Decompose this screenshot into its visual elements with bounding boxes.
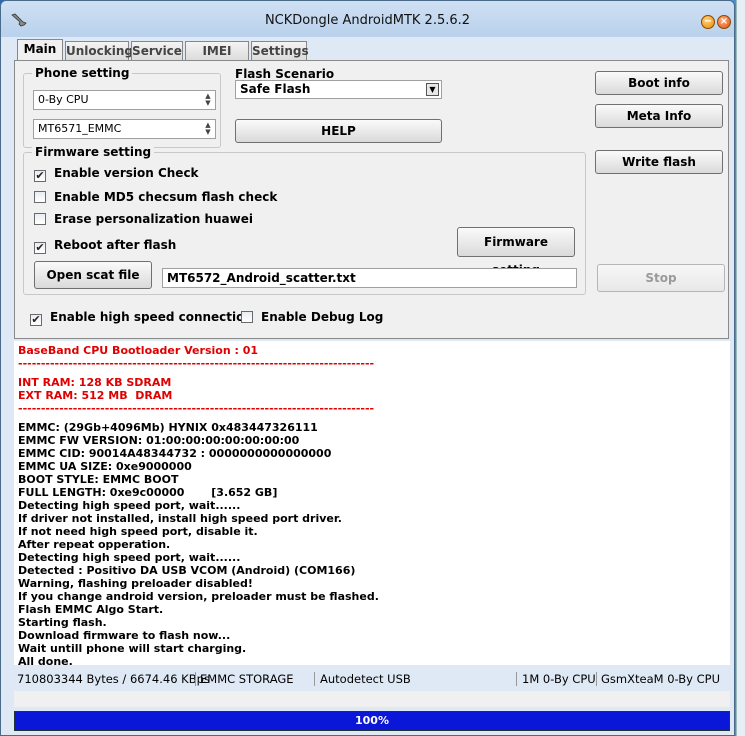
enable-md5-checkbox[interactable]: Enable MD5 checsum flash check: [34, 189, 277, 205]
stop-button[interactable]: Stop: [597, 264, 725, 292]
reboot-after-flash-checkbox[interactable]: ✔ Reboot after flash: [34, 237, 177, 254]
checkmark-icon: ✔: [30, 313, 42, 326]
tab-imei-utils[interactable]: IMEI Utils: [185, 41, 249, 76]
checkbox-box: [34, 191, 46, 203]
status-divider: [596, 672, 597, 686]
log-line: Flash EMMC Algo Start.: [18, 603, 164, 616]
status-divider: [516, 672, 517, 686]
debug-log-checkbox[interactable]: Enable Debug Log: [241, 309, 383, 325]
checkbox-label: Erase personalization huawei: [54, 212, 253, 226]
log-line: EMMC: (29Gb+4096Mb) HYNIX 0x483447326111: [18, 421, 318, 434]
log-line: If you change android version, preloader…: [18, 590, 379, 603]
tab-unlocking[interactable]: Unlocking: [65, 41, 133, 60]
storage-status: EMMC STORAGE: [200, 672, 294, 686]
flash-scenario-select[interactable]: Safe Flash ▼: [235, 80, 442, 99]
progress-label: 100%: [355, 714, 389, 727]
checkbox-label: Enable high speed connection: [50, 310, 253, 324]
firmware-setting-group: Firmware setting ✔ Enable version Check E…: [23, 145, 586, 295]
tab-settings[interactable]: Settings: [251, 41, 309, 60]
open-scat-file-button[interactable]: Open scat file: [34, 261, 152, 289]
log-line: BOOT STYLE: EMMC BOOT: [18, 473, 179, 486]
checkmark-icon: ✔: [34, 241, 46, 254]
log-line: Wait untill phone will start charging.: [18, 642, 247, 655]
cpu-select-value: 0-By CPU: [38, 93, 89, 106]
log-line: Warning, flashing preloader disabled!: [18, 577, 253, 590]
flash-scenario-value: Safe Flash: [240, 82, 311, 96]
enable-version-check-checkbox[interactable]: ✔ Enable version Check: [34, 165, 199, 182]
title-bar[interactable]: NCKDongle AndroidMTK 2.5.6.2 − ×: [1, 1, 734, 37]
app-window: NCKDongle AndroidMTK 2.5.6.2 − × Main Un…: [0, 0, 735, 736]
background-window-edge: [736, 0, 745, 736]
scatter-file-field[interactable]: MT6572_Android_scatter.txt: [162, 268, 577, 288]
boot-info-button[interactable]: Boot info: [595, 71, 723, 95]
spin-arrows-icon: ▲ ▼: [205, 92, 211, 107]
checkbox-box: [241, 311, 253, 323]
erase-personalization-checkbox[interactable]: Erase personalization huawei: [34, 211, 253, 227]
tab-service[interactable]: Service: [131, 41, 183, 60]
log-line: FULL LENGTH: 0xe9c00000 [3.652 GB]: [18, 486, 278, 499]
firmware-setting-button[interactable]: Firmware setting: [457, 227, 575, 277]
log-line: If driver not installed, install high sp…: [18, 512, 342, 525]
cpu-select[interactable]: 0-By CPU ▲ ▼: [33, 90, 216, 110]
transfer-status: 710803344 Bytes / 6674.46 KBps: [17, 672, 210, 686]
cpu-status: 1M 0-By CPU: [522, 672, 596, 686]
meta-info-button[interactable]: Meta Info: [595, 104, 723, 128]
firmware-setting-title: Firmware setting: [32, 145, 155, 159]
progress-bar: 100%: [14, 711, 730, 731]
log-line: ----------------------------------------…: [18, 357, 375, 370]
log-line: BaseBand CPU Bootloader Version : 01: [18, 344, 259, 357]
log-line: EMMC UA SIZE: 0xe9000000: [18, 460, 192, 473]
log-line: EMMC FW VERSION: 01:00:00:00:00:00:00:00: [18, 434, 300, 447]
log-line: Detected : Positivo DA USB VCOM (Android…: [18, 564, 356, 577]
phone-setting-group: Phone setting 0-By CPU ▲ ▼ MT6571_EMMC ▲ ▼: [23, 66, 221, 148]
checkbox-label: Enable Debug Log: [261, 310, 384, 324]
main-panel: Phone setting 0-By CPU ▲ ▼ MT6571_EMMC ▲ ▼…: [14, 60, 729, 339]
checkbox-label: Reboot after flash: [54, 238, 177, 252]
status-bar-secondary: [14, 691, 730, 707]
checkbox-label: Enable MD5 checsum flash check: [54, 190, 278, 204]
checkmark-icon: ✔: [34, 169, 46, 182]
log-line: EMMC CID: 90014A48344732 : 0000000000000…: [18, 447, 332, 460]
port-status: Autodetect USB: [320, 672, 411, 686]
flash-scenario-label: Flash Scenario: [235, 67, 335, 81]
user-status: GsmXteaM 0-By CPU: [601, 672, 720, 686]
log-line: INT RAM: 128 KB SDRAM: [18, 376, 172, 389]
log-line: Download firmware to flash now...: [18, 629, 231, 642]
status-divider: [195, 672, 196, 686]
chip-select[interactable]: MT6571_EMMC ▲ ▼: [33, 119, 216, 139]
log-line: After repeat opperation.: [18, 538, 171, 551]
high-speed-connection-checkbox[interactable]: ✔ Enable high speed connection: [30, 309, 253, 326]
log-line: If not need high speed port, disable it.: [18, 525, 258, 538]
log-line: EXT RAM: 512 MB DRAM: [18, 389, 173, 402]
chip-select-value: MT6571_EMMC: [38, 122, 122, 135]
log-line: Starting flash.: [18, 616, 107, 629]
phone-setting-title: Phone setting: [32, 66, 133, 80]
status-bar: 710803344 Bytes / 6674.46 KBps EMMC STOR…: [14, 669, 730, 689]
minimize-icon[interactable]: −: [701, 15, 715, 29]
log-line: Detecting high speed port, wait......: [18, 499, 241, 512]
tab-main[interactable]: Main: [17, 39, 63, 61]
checkbox-label: Enable version Check: [54, 166, 199, 180]
log-line: ----------------------------------------…: [18, 402, 375, 415]
spin-arrows-icon: ▲ ▼: [205, 121, 211, 136]
close-icon[interactable]: ×: [717, 15, 731, 29]
checkbox-box: [34, 213, 46, 225]
log-line: All done.: [18, 655, 73, 665]
write-flash-button[interactable]: Write flash: [595, 150, 723, 174]
status-divider: [314, 672, 315, 686]
help-button[interactable]: HELP: [235, 119, 442, 143]
log-output[interactable]: BaseBand CPU Bootloader Version : 01 ----…: [14, 341, 730, 665]
log-line: Detecting high speed port, wait......: [18, 551, 241, 564]
chevron-down-icon: ▼: [426, 83, 439, 96]
window-title: NCKDongle AndroidMTK 2.5.6.2: [264, 13, 471, 28]
